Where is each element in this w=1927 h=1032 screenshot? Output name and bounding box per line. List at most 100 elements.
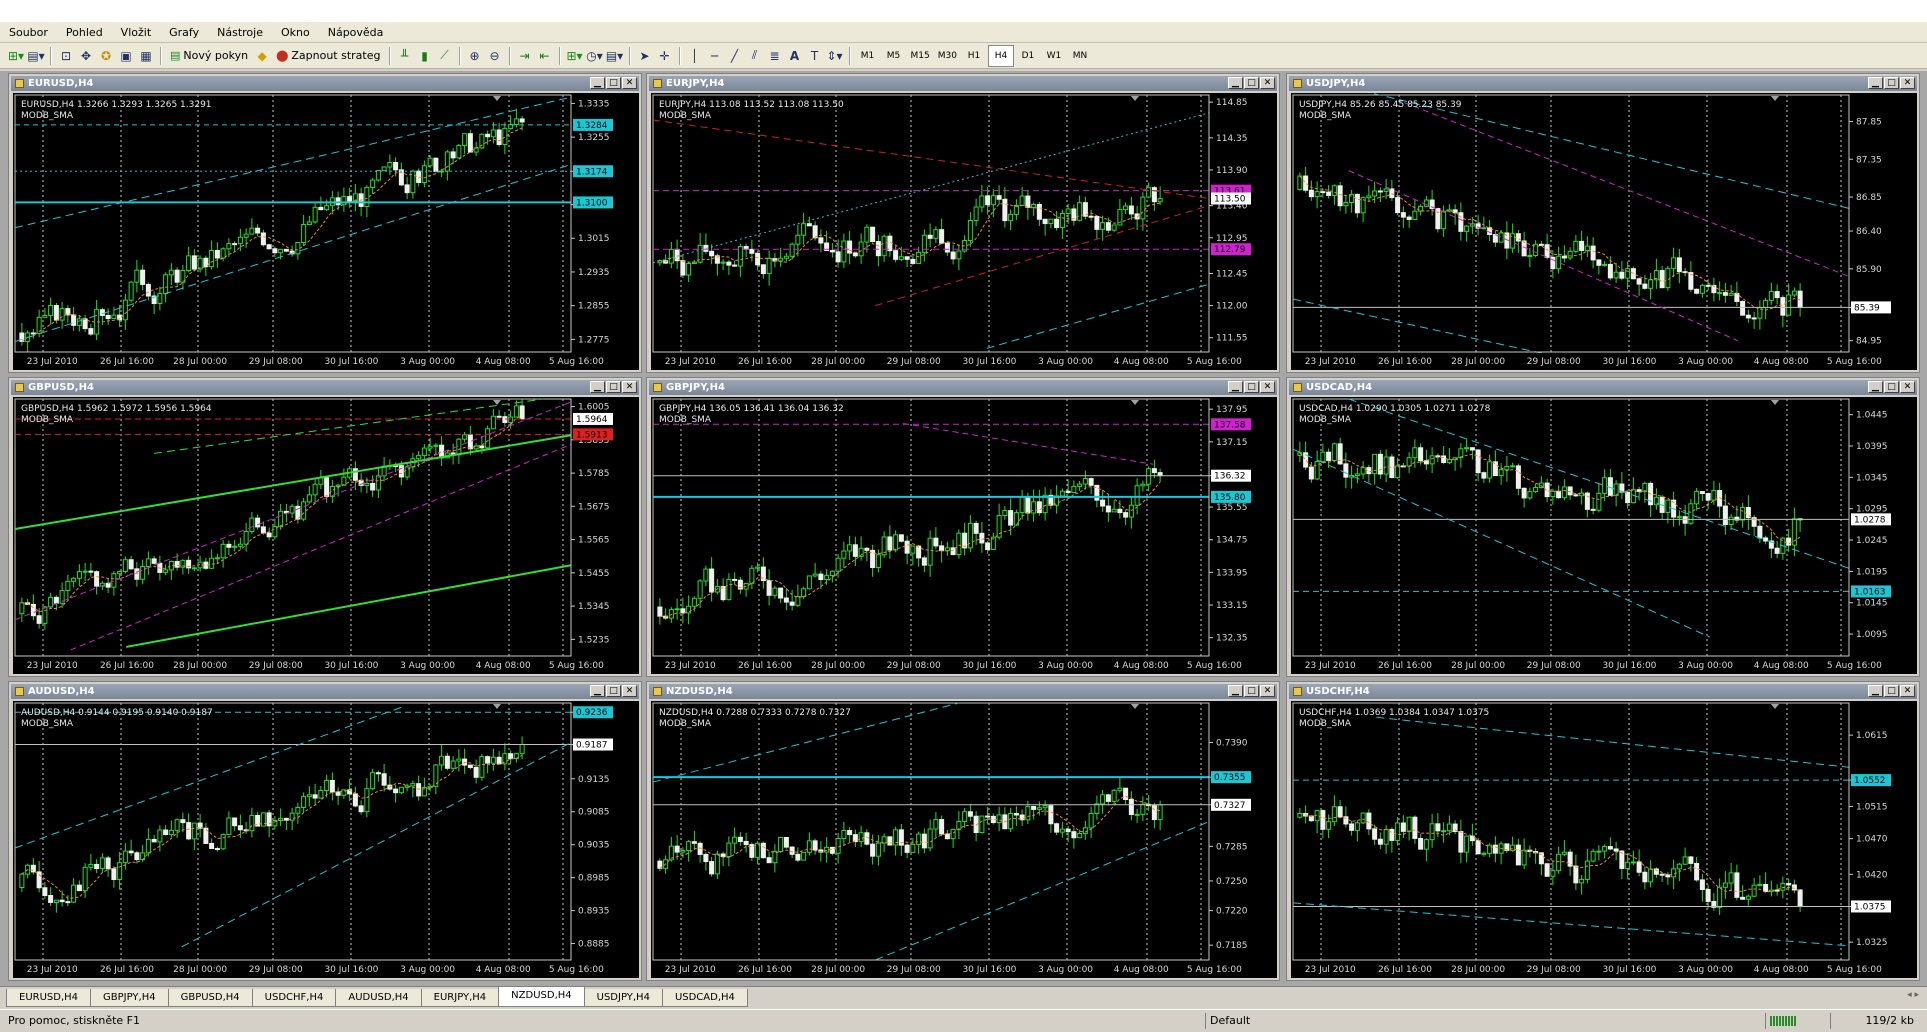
close-button[interactable]: ✕	[1260, 685, 1275, 697]
tab-gbpusd[interactable]: GBPUSD,H4	[167, 989, 253, 1007]
candle-chart-icon[interactable]: ▮	[416, 46, 434, 66]
minimize-button[interactable]: ▁	[1868, 77, 1883, 89]
minimize-button[interactable]: ▁	[1228, 381, 1243, 393]
new-chart-icon[interactable]: ⊞▾	[7, 46, 25, 66]
menu-grafy[interactable]: Grafy	[160, 26, 208, 39]
tab-scroll-arrows-icon[interactable]: ◂ ▸	[1907, 990, 1919, 1000]
minimize-button[interactable]: ▁	[590, 685, 605, 697]
close-button[interactable]: ✕	[622, 77, 637, 89]
minimize-button[interactable]: ▁	[1228, 77, 1243, 89]
maximize-button[interactable]: □	[606, 685, 621, 697]
chart-window[interactable]: USDCHF,H4 ▁□✕ 1.0615 1.0552 1.0515 1.0470 1.04…	[1286, 681, 1920, 981]
maximize-button[interactable]: □	[1244, 77, 1259, 89]
close-button[interactable]: ✕	[1900, 77, 1915, 89]
chart-window-title-bar[interactable]: NZDUSD,H4 ▁ □ ✕	[649, 684, 1277, 699]
chart-window-title-bar[interactable]: USDCAD,H4 ▁ □ ✕	[1289, 380, 1917, 395]
new-order-button[interactable]: ▤ Nový pokyn	[167, 46, 251, 66]
menu-vlozit[interactable]: Vložit	[112, 26, 160, 39]
profiles-icon[interactable]: ▤▾	[27, 46, 45, 66]
chart-window[interactable]: USDCAD,H4 ▁ □ ✕ 1.0445 1.0395 1.0345 1.0295 1.02…	[1286, 377, 1920, 677]
maximize-button[interactable]: □	[1244, 381, 1259, 393]
timeframe-h4-button[interactable]: H4	[987, 44, 1014, 67]
price-chart[interactable]: 1.60051.58951.57851.56751.55651.54551.53…	[13, 397, 639, 674]
navigator-icon[interactable]: ✪	[97, 46, 115, 66]
chart-window[interactable]: GBPJPY,H4 ▁□✕ 137.95 137.15 136.32 135.55 134.…	[646, 377, 1280, 677]
zoom-in-icon[interactable]: ⊕	[466, 46, 484, 66]
maximize-button[interactable]: □	[1884, 77, 1899, 89]
tab-audusd[interactable]: AUDUSD,H4	[335, 989, 422, 1007]
close-button[interactable]: ✕	[1260, 77, 1275, 89]
price-chart[interactable]: 0.7390 0.7355 0.7327 0.7285 0.7250 0.7220 0.71…	[651, 701, 1277, 978]
chart-window-title-bar[interactable]: EURUSD,H4 ▁ □ ✕	[11, 76, 639, 91]
metaeditor-icon[interactable]: ◆	[253, 46, 271, 66]
arrows-icon[interactable]: ⇕▾	[826, 46, 844, 66]
timeframe-h1-button[interactable]: H1	[962, 46, 986, 66]
chart-window-title-bar[interactable]: GBPUSD,H4 ▁ □ ✕	[11, 380, 639, 395]
price-chart[interactable]: 0.9236 0.9187 0.9135 0.9085 0.9035 0.8985 0.89…	[13, 701, 639, 978]
tab-usdcad[interactable]: USDCAD,H4	[661, 989, 748, 1007]
chart-window[interactable]: EURJPY,H4 ▁ □ ✕ 114.85 114.35 113.90 113.40 112.…	[646, 73, 1280, 373]
menu-nastroje[interactable]: Nástroje	[208, 26, 272, 39]
horizontal-line-icon[interactable]: ─	[706, 46, 724, 66]
timeframe-w1-button[interactable]: W1	[1042, 46, 1066, 66]
tab-usdchf[interactable]: USDCHF,H4	[251, 989, 337, 1007]
chart-window[interactable]: NZDUSD,H4 ▁□✕ 0.7390 0.7355 0.7327 0.7285 0.72…	[646, 681, 1280, 981]
data-window-icon[interactable]: ✥	[77, 46, 95, 66]
chart-shift-icon[interactable]: ⇤	[536, 46, 554, 66]
close-button[interactable]: ✕	[622, 381, 637, 393]
minimize-button[interactable]: ▁	[1228, 685, 1243, 697]
close-button[interactable]: ✕	[1260, 381, 1275, 393]
menu-soubor[interactable]: Soubor	[0, 26, 57, 39]
zoom-out-icon[interactable]: ⊖	[486, 46, 504, 66]
menu-okno[interactable]: Okno	[272, 26, 319, 39]
tab-usdjpy[interactable]: USDJPY,H4	[583, 989, 663, 1007]
text-label-icon[interactable]: T	[806, 46, 824, 66]
maximize-button[interactable]: □	[1884, 381, 1899, 393]
crosshair-icon[interactable]: ✛	[656, 46, 674, 66]
timeframe-m15-button[interactable]: M15	[908, 46, 933, 66]
price-chart[interactable]: 1.33351.32551.31741.30951.30151.29351.28…	[13, 93, 639, 370]
tester-icon[interactable]: ▦	[137, 46, 155, 66]
channel-icon[interactable]: ⫽	[746, 46, 764, 66]
minimize-button[interactable]: ▁	[590, 77, 605, 89]
periods-icon[interactable]: ◷▾	[586, 46, 604, 66]
line-chart-icon[interactable]: ⟋	[436, 46, 454, 66]
text-icon[interactable]: A	[786, 46, 804, 66]
market-watch-icon[interactable]: ⊡	[57, 46, 75, 66]
chart-window-title-bar[interactable]: EURJPY,H4 ▁ □ ✕	[649, 76, 1277, 91]
minimize-button[interactable]: ▁	[590, 381, 605, 393]
price-chart[interactable]: 1.0445 1.0395 1.0345 1.0295 1.0245 1.0195 1.01…	[1291, 397, 1917, 674]
maximize-button[interactable]: □	[606, 381, 621, 393]
chart-window-title-bar[interactable]: AUDUSD,H4 ▁ □ ✕	[11, 684, 639, 699]
menu-pohled[interactable]: Pohled	[57, 26, 112, 39]
templates-icon[interactable]: ▤▾	[606, 46, 624, 66]
maximize-button[interactable]: □	[606, 77, 621, 89]
price-chart[interactable]: 137.95 137.15 136.32 135.55 134.75 133.95 133.…	[651, 397, 1277, 674]
chart-window[interactable]: USDJPY,H4 ▁□✕ 87.85 87.35 86.85 86.40 85.90 85.…	[1286, 73, 1920, 373]
chart-window[interactable]: AUDUSD,H4 ▁□✕ 0.9236 0.9187 0.9135 0.9085 0.90…	[8, 681, 642, 981]
chart-window[interactable]: GBPUSD,H4 ▁ □ ✕ 1.6005 1.5895 1.5785 1.5675 1.55…	[8, 377, 642, 677]
close-button[interactable]: ✕	[1900, 381, 1915, 393]
chart-window-title-bar[interactable]: GBPJPY,H4 ▁ □ ✕	[649, 380, 1277, 395]
timeframe-m1-button[interactable]: M1	[856, 46, 880, 66]
tab-eurjpy[interactable]: EURJPY,H4	[420, 989, 500, 1007]
terminal-icon[interactable]: ▣	[117, 46, 135, 66]
price-chart[interactable]: 87.8587.3586.8586.4085.9085.3984.9585.39…	[1291, 93, 1917, 370]
chart-window[interactable]: EURUSD,H4▁□✕ 1.33351.32551.31741.30951.30…	[8, 73, 642, 373]
price-chart[interactable]: 114.85114.35113.90113.40112.95112.45112.…	[651, 93, 1277, 370]
auto-scroll-icon[interactable]: ⇥	[516, 46, 534, 66]
trendline-icon[interactable]: ╱	[726, 46, 744, 66]
price-chart[interactable]: 1.0615 1.0552 1.0515 1.0470 1.0420 1.0375 1.03…	[1291, 701, 1917, 978]
tab-nzdusd[interactable]: NZDUSD,H4	[498, 987, 585, 1007]
tab-gbpjpy[interactable]: GBPJPY,H4	[90, 989, 169, 1007]
chart-window-title-bar[interactable]: USDJPY,H4 ▁ □ ✕	[1289, 76, 1917, 91]
maximize-button[interactable]: □	[1244, 685, 1259, 697]
cursor-icon[interactable]: ➤	[636, 46, 654, 66]
close-button[interactable]: ✕	[1900, 685, 1915, 697]
timeframe-m30-button[interactable]: M30	[935, 46, 960, 66]
fibonacci-icon[interactable]: ≣	[766, 46, 784, 66]
menu-napoveda[interactable]: Nápověda	[319, 26, 393, 39]
minimize-button[interactable]: ▁	[1868, 381, 1883, 393]
timeframe-d1-button[interactable]: D1	[1016, 46, 1040, 66]
minimize-button[interactable]: ▁	[1868, 685, 1883, 697]
